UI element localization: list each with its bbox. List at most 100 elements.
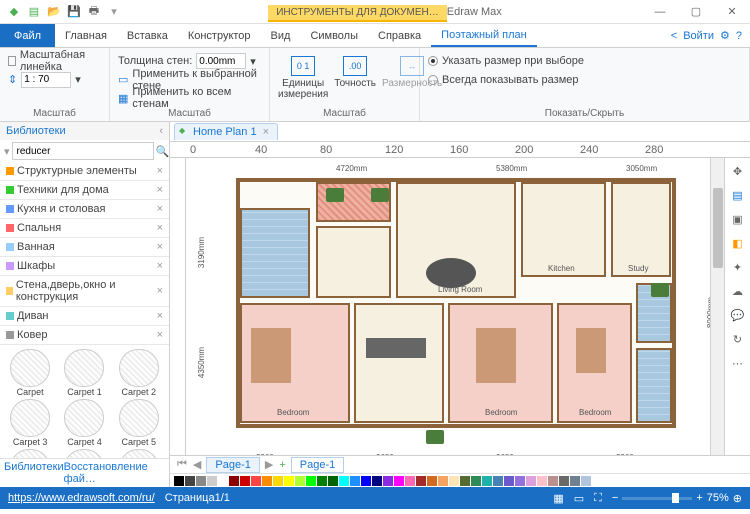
search-icon[interactable]: 🔍 (156, 145, 170, 158)
qat-new-icon[interactable]: ▤ (26, 4, 42, 20)
tool-ai-icon[interactable]: ✦ (729, 258, 747, 276)
color-swatch[interactable] (394, 476, 404, 486)
zoom-out-icon[interactable]: − (612, 492, 618, 504)
color-swatch[interactable] (317, 476, 327, 486)
color-swatch[interactable] (548, 476, 558, 486)
category-item[interactable]: Спальня× (0, 219, 169, 238)
close-button[interactable]: ✕ (714, 0, 750, 24)
color-swatch[interactable] (504, 476, 514, 486)
category-item[interactable]: Техники для дома× (0, 181, 169, 200)
bed3[interactable] (576, 328, 606, 373)
category-item[interactable]: Стена,дверь,окно и конструкция× (0, 276, 169, 307)
plant3[interactable] (651, 283, 669, 297)
qat-open-icon[interactable]: 📂 (46, 4, 62, 20)
tab-insert[interactable]: Вставка (117, 24, 178, 47)
shape-item[interactable]: Carpet 8 (113, 449, 165, 458)
shape-item[interactable]: Carpet 4 (58, 399, 110, 447)
color-swatch[interactable] (196, 476, 206, 486)
wall-thickness-input[interactable] (196, 53, 246, 69)
color-swatch[interactable] (427, 476, 437, 486)
settings-icon[interactable]: ⚙ (720, 29, 730, 42)
doc-tab-close-icon[interactable]: × (263, 126, 269, 138)
color-swatch[interactable] (493, 476, 503, 486)
shape-item[interactable]: Carpet 5 (113, 399, 165, 447)
tab-home[interactable]: Главная (55, 24, 117, 47)
maximize-button[interactable]: ▢ (678, 0, 714, 24)
color-swatch[interactable] (350, 476, 360, 486)
qat-more-icon[interactable]: ▾ (106, 4, 122, 20)
color-swatch[interactable] (416, 476, 426, 486)
share-icon[interactable]: < (671, 30, 677, 42)
color-swatch[interactable] (218, 476, 228, 486)
units-button[interactable]: 0 1 (291, 56, 315, 76)
wall-dropdown-icon[interactable]: ▾ (250, 55, 256, 68)
view-page-icon[interactable]: ▭ (574, 492, 584, 505)
category-close-icon[interactable]: × (157, 310, 163, 322)
category-item[interactable]: Шкафы× (0, 257, 169, 276)
file-menu[interactable]: Файл (0, 24, 55, 47)
footer-restore[interactable]: Восстановление фай… (64, 461, 165, 485)
page-add-icon[interactable]: + (276, 459, 288, 471)
bed2[interactable] (476, 328, 516, 383)
status-url[interactable]: https://www.edrawsoft.com/ru/ (8, 492, 155, 504)
scale-ruler-check[interactable] (8, 56, 16, 66)
color-swatch[interactable] (273, 476, 283, 486)
category-item[interactable]: Ванная× (0, 238, 169, 257)
qat-print-icon[interactable]: 🖶 (86, 4, 102, 20)
minimize-button[interactable]: ― (642, 0, 678, 24)
always-show-radio[interactable] (428, 75, 438, 85)
dimension-button[interactable]: ↔ (400, 56, 424, 76)
color-swatch[interactable] (185, 476, 195, 486)
plant4[interactable] (426, 430, 444, 444)
page-first-icon[interactable]: ⏮ (174, 458, 190, 471)
tool-comment-icon[interactable]: 💬 (729, 306, 747, 324)
bed1[interactable] (251, 328, 291, 383)
view-grid-icon[interactable]: ▦ (553, 492, 563, 505)
category-item[interactable]: Диван× (0, 307, 169, 326)
color-swatch[interactable] (262, 476, 272, 486)
sofa[interactable] (366, 338, 426, 358)
color-swatch[interactable] (295, 476, 305, 486)
zoom-fit-icon[interactable]: ⊕ (733, 492, 742, 505)
page-prev-icon[interactable]: ◀ (190, 458, 204, 471)
color-swatch[interactable] (328, 476, 338, 486)
shape-item[interactable]: Carpet 1 (58, 349, 110, 397)
show-on-select-radio[interactable] (428, 56, 438, 66)
color-swatch[interactable] (471, 476, 481, 486)
document-tab[interactable]: Home Plan 1× (174, 123, 278, 140)
shape-item[interactable]: Carpet 2 (113, 349, 165, 397)
category-close-icon[interactable]: × (157, 329, 163, 341)
room-bath3[interactable] (636, 348, 672, 423)
category-close-icon[interactable]: × (157, 241, 163, 253)
color-swatch[interactable] (537, 476, 547, 486)
view-fit-icon[interactable]: ⛶ (594, 492, 602, 505)
room-bath1[interactable] (240, 208, 310, 298)
shape-item[interactable]: Carpet 6 (4, 449, 56, 458)
tool-pointer-icon[interactable]: ✥ (729, 162, 747, 180)
library-search-input[interactable] (12, 142, 154, 160)
help-icon[interactable]: ? (736, 30, 742, 42)
tool-cloud-icon[interactable]: ☁ (729, 282, 747, 300)
color-swatch[interactable] (240, 476, 250, 486)
color-swatch[interactable] (581, 476, 591, 486)
color-swatch[interactable] (482, 476, 492, 486)
color-swatch[interactable] (372, 476, 382, 486)
room-kitchen[interactable]: Kitchen (521, 182, 606, 277)
color-swatch[interactable] (526, 476, 536, 486)
category-item[interactable]: Ковер× (0, 326, 169, 345)
color-swatch[interactable] (515, 476, 525, 486)
color-swatch[interactable] (284, 476, 294, 486)
category-close-icon[interactable]: × (157, 184, 163, 196)
precision-button[interactable]: .00 (343, 56, 367, 76)
color-swatch[interactable] (460, 476, 470, 486)
room-lounge[interactable] (354, 303, 444, 423)
tab-help[interactable]: Справка (368, 24, 431, 47)
library-menu-icon[interactable]: ▾ (4, 145, 10, 158)
zoom-in-icon[interactable]: + (696, 492, 702, 504)
room-study[interactable]: Study (611, 182, 671, 277)
category-close-icon[interactable]: × (157, 285, 163, 297)
color-swatch[interactable] (339, 476, 349, 486)
tab-symbols[interactable]: Символы (300, 24, 368, 47)
color-swatch[interactable] (559, 476, 569, 486)
qat-save-icon[interactable]: 💾 (66, 4, 82, 20)
